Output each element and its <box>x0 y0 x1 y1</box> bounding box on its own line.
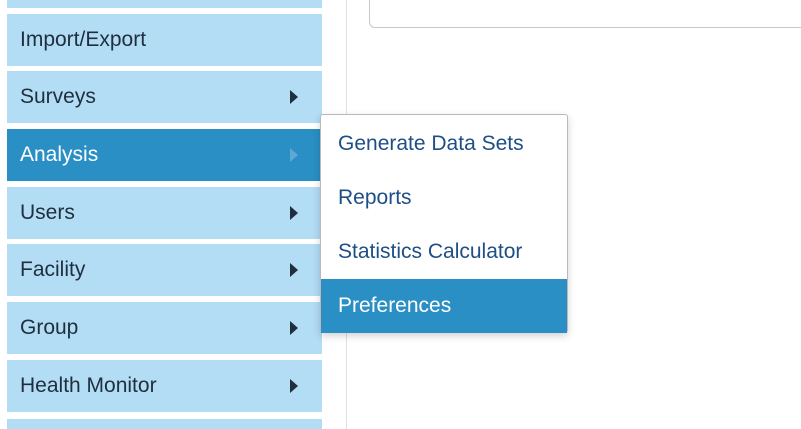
sidebar-item-label: Surveys <box>20 85 96 108</box>
page: Import/Export Surveys Analysis Users Fac… <box>0 0 801 429</box>
sidebar-item-label: Group <box>20 316 79 339</box>
analysis-submenu: Generate Data Sets Reports Statistics Ca… <box>320 114 568 333</box>
sidebar-item-partial-bottom[interactable] <box>7 419 322 429</box>
sidebar-item-label: Import/Export <box>20 28 147 51</box>
submenu-item-label: Statistics Calculator <box>338 240 523 263</box>
sidebar-nav: Import/Export Surveys Analysis Users Fac… <box>7 0 322 429</box>
submenu-item-generate-data-sets[interactable]: Generate Data Sets <box>321 117 567 171</box>
sidebar-item-label: Facility <box>20 258 86 281</box>
sidebar-item-health-monitor[interactable]: Health Monitor <box>7 360 322 412</box>
submenu-item-label: Reports <box>338 186 412 209</box>
sidebar-item-surveys[interactable]: Surveys <box>7 71 322 123</box>
submenu-item-preferences[interactable]: Preferences <box>321 279 567 333</box>
sidebar-item-users[interactable]: Users <box>7 187 322 239</box>
caret-right-icon <box>290 206 298 220</box>
caret-right-icon <box>290 148 298 162</box>
submenu-item-label: Generate Data Sets <box>338 132 524 155</box>
caret-right-icon <box>290 263 298 277</box>
caret-right-icon <box>290 379 298 393</box>
submenu-item-statistics-calculator[interactable]: Statistics Calculator <box>321 225 567 279</box>
submenu-item-reports[interactable]: Reports <box>321 171 567 225</box>
sidebar-item-analysis[interactable]: Analysis <box>7 129 322 181</box>
sidebar-item-import-export[interactable]: Import/Export <box>7 14 322 66</box>
caret-right-icon <box>290 321 298 335</box>
sidebar-item-label: Analysis <box>20 143 99 166</box>
sidebar-item-label: Health Monitor <box>20 374 157 397</box>
sidebar-item-facility[interactable]: Facility <box>7 244 322 296</box>
sidebar-item-partial-top[interactable] <box>7 0 322 8</box>
content-panel <box>369 0 801 28</box>
caret-right-icon <box>290 90 298 104</box>
submenu-item-label: Preferences <box>338 294 452 317</box>
sidebar-item-label: Users <box>20 201 75 224</box>
sidebar-item-group[interactable]: Group <box>7 302 322 354</box>
